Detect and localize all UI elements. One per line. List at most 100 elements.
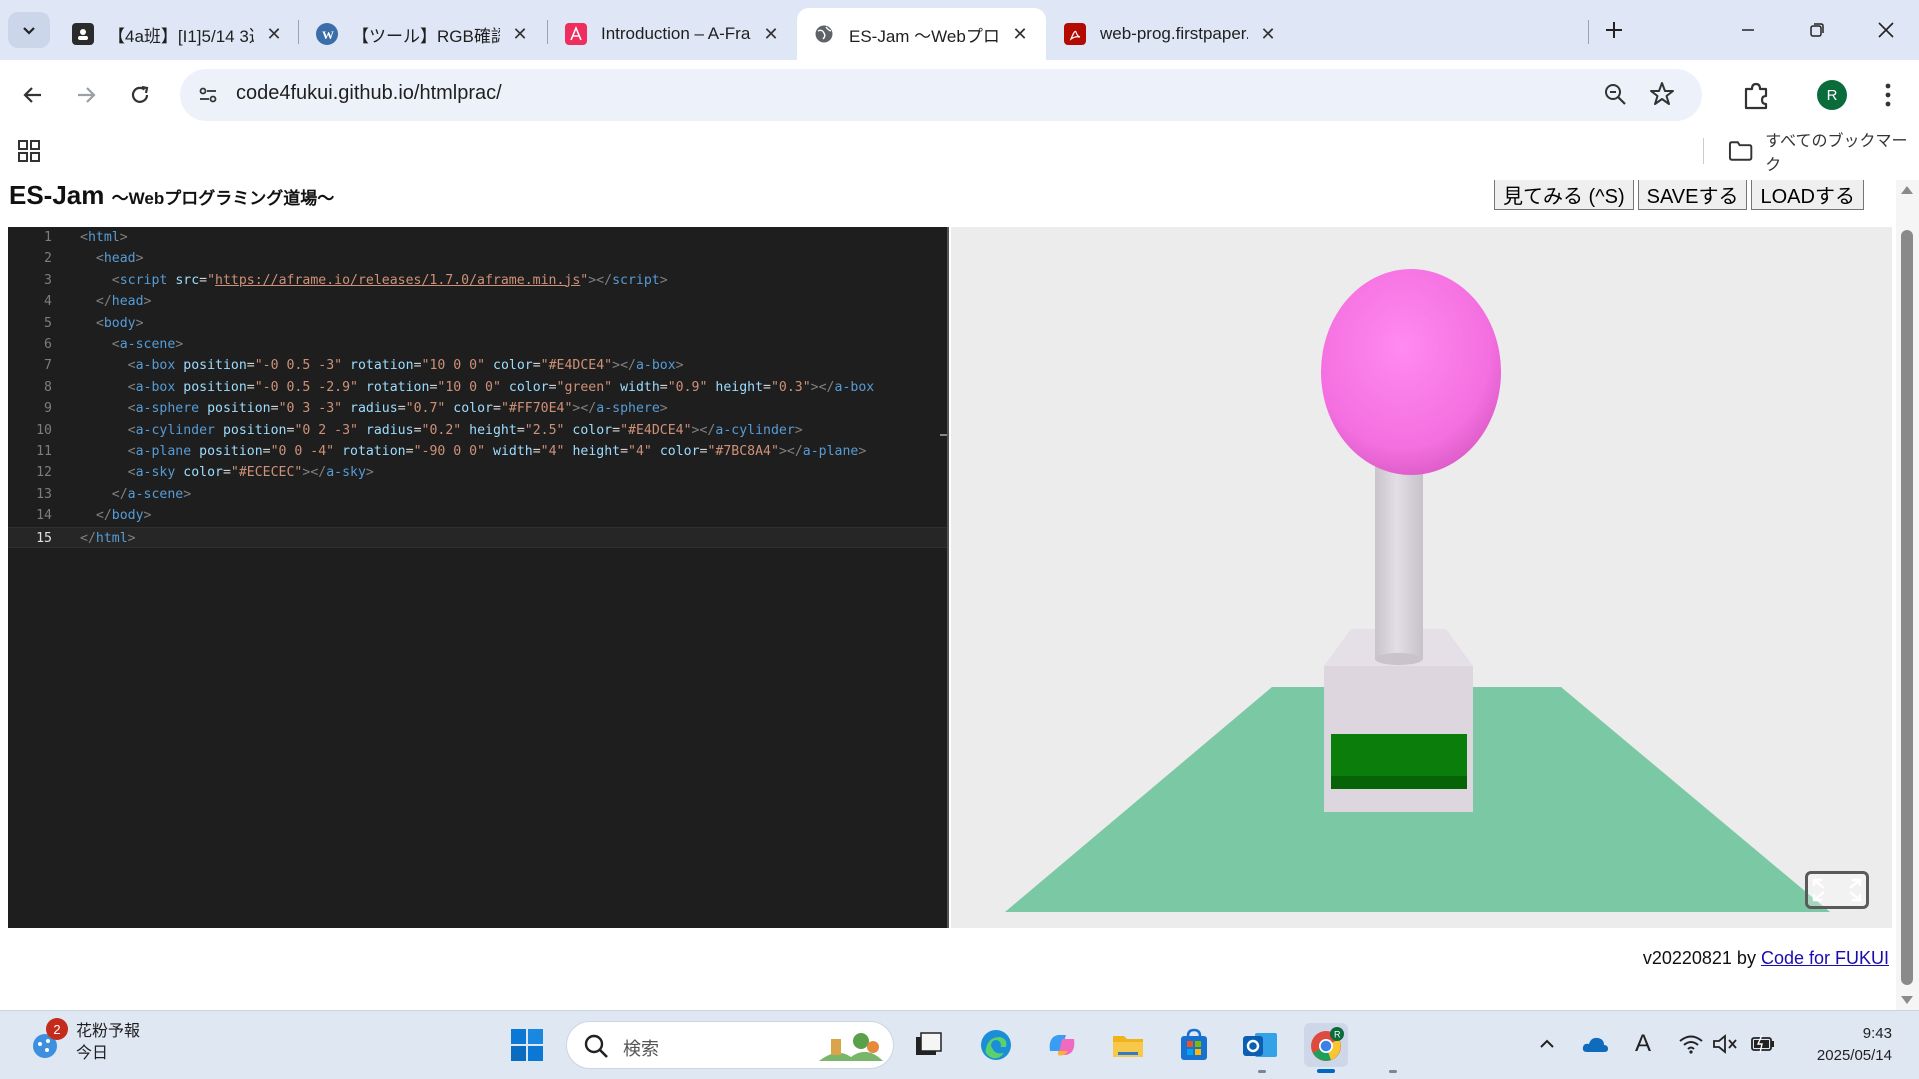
store-button[interactable]: [1172, 1023, 1216, 1067]
volume-button[interactable]: [1710, 1029, 1740, 1059]
code-text[interactable]: </html>: [80, 528, 136, 549]
wordpress-favicon-icon: W: [316, 23, 338, 45]
apps-grid-icon[interactable]: [16, 138, 46, 168]
code-text[interactable]: <a-box position="-0 0.5 -3" rotation="10…: [80, 355, 684, 376]
code-for-fukui-link[interactable]: Code for FUKUI: [1761, 948, 1889, 968]
zoom-icon[interactable]: [1602, 81, 1630, 109]
aframe-preview[interactable]: [951, 227, 1892, 928]
code-text[interactable]: </head>: [80, 291, 152, 312]
line-number: 12: [36, 465, 52, 481]
scrollbar-thumb[interactable]: [1901, 230, 1913, 985]
code-line[interactable]: 6 <a-scene>: [8, 334, 947, 355]
code-line[interactable]: 8 <a-box position="-0 0.5 -2.9" rotation…: [8, 377, 947, 398]
code-text[interactable]: <head>: [80, 248, 144, 269]
outlook-button[interactable]: [1238, 1023, 1282, 1067]
start-button[interactable]: [505, 1023, 549, 1067]
code-text[interactable]: </a-scene>: [80, 484, 191, 505]
load-button[interactable]: LOADする: [1751, 180, 1864, 210]
code-text[interactable]: <script src="https://aframe.io/releases/…: [80, 270, 668, 291]
search-placeholder: 検索: [623, 1039, 659, 1059]
vr-fullscreen-button[interactable]: [1805, 871, 1869, 909]
tab-3-active[interactable]: ES-Jam 〜Webプログラミン ✕: [797, 8, 1046, 60]
close-icon[interactable]: ✕: [262, 22, 286, 46]
close-icon[interactable]: ✕: [1008, 22, 1032, 46]
new-tab-button[interactable]: [1596, 12, 1632, 48]
code-editor[interactable]: 1 <html> 2 <head> 3 <script src="https://af…: [8, 227, 949, 928]
scroll-up-icon[interactable]: [1901, 186, 1913, 194]
minimize-button[interactable]: [1728, 12, 1768, 48]
code-line[interactable]: 3 <script src="https://aframe.io/release…: [8, 270, 947, 291]
profile-avatar[interactable]: R: [1817, 80, 1847, 110]
close-icon[interactable]: ✕: [759, 22, 783, 46]
code-line[interactable]: 11 <a-plane position="0 0 -4" rotation="…: [8, 441, 947, 462]
file-explorer-button[interactable]: [1106, 1023, 1150, 1067]
site-info-icon[interactable]: [194, 81, 222, 109]
close-icon: [1878, 22, 1894, 38]
tab-1[interactable]: W 【ツール】RGB確認ツール – N ✕: [300, 8, 546, 60]
code-line[interactable]: 9 <a-sphere position="0 3 -3" radius="0.…: [8, 398, 947, 419]
weather-widget[interactable]: 2 花粉予報 今日: [26, 1018, 140, 1065]
line-number: 2: [44, 251, 52, 267]
code-line[interactable]: 15 </html>: [8, 526, 947, 549]
restore-button[interactable]: [1797, 12, 1837, 48]
extensions-button[interactable]: [1738, 77, 1774, 113]
line-number: 5: [44, 315, 52, 331]
code-text[interactable]: </body>: [80, 505, 152, 526]
tab-search-button[interactable]: [8, 12, 50, 48]
system-clock[interactable]: 9:43 2025/05/14: [1796, 1023, 1892, 1067]
code-line[interactable]: 2 <head>: [8, 248, 947, 269]
tab-4[interactable]: web-prog.firstpaper.pdf ✕: [1048, 8, 1294, 60]
chrome-icon: R: [1311, 1027, 1344, 1061]
code-text[interactable]: <body>: [80, 313, 144, 334]
battery-charging-icon: [1751, 1034, 1774, 1054]
menu-button[interactable]: [1876, 77, 1900, 113]
wifi-button[interactable]: [1676, 1029, 1706, 1059]
code-text[interactable]: <html>: [80, 227, 128, 248]
battery-button[interactable]: [1748, 1029, 1778, 1059]
edge-button[interactable]: [974, 1023, 1018, 1067]
task-view-button[interactable]: [906, 1023, 950, 1067]
cloud-icon: [1582, 1037, 1608, 1052]
code-text[interactable]: <a-box position="-0 0.5 -2.9" rotation="…: [80, 377, 875, 398]
code-line[interactable]: 1 <html>: [8, 227, 947, 248]
show-hidden-icons-button[interactable]: [1532, 1029, 1562, 1059]
onedrive-button[interactable]: [1580, 1029, 1610, 1059]
code-line[interactable]: 4 </head>: [8, 291, 947, 312]
bookmark-star-icon[interactable]: [1648, 80, 1678, 110]
code-text[interactable]: <a-plane position="0 0 -4" rotation="-90…: [80, 441, 867, 462]
code-line[interactable]: 13 </a-scene>: [8, 484, 947, 505]
code-line[interactable]: 5 <body>: [8, 313, 947, 334]
scroll-down-icon[interactable]: [1901, 996, 1913, 1004]
code-text[interactable]: <a-scene>: [80, 334, 183, 355]
code-text[interactable]: <a-cylinder position="0 2 -3" radius="0.…: [80, 420, 803, 441]
line-number: 8: [44, 379, 52, 395]
code-line[interactable]: 12 <a-sky color="#ECECEC"></a-sky>: [8, 462, 947, 483]
all-bookmarks-button[interactable]: すべてのブックマーク: [1728, 133, 1919, 174]
close-icon[interactable]: ✕: [508, 22, 532, 46]
taskbar-search[interactable]: 検索: [566, 1021, 894, 1069]
reload-button[interactable]: [122, 77, 158, 113]
chrome-button[interactable]: R: [1304, 1023, 1348, 1067]
code-line[interactable]: 14 </body>: [8, 505, 947, 526]
tab-2[interactable]: Introduction – A-Frame ✕: [549, 8, 797, 60]
back-button[interactable]: [15, 77, 51, 113]
ime-indicator[interactable]: A: [1628, 1029, 1658, 1059]
save-button[interactable]: SAVEする: [1637, 180, 1748, 210]
code-line[interactable]: 10 <a-cylinder position="0 2 -3" radius=…: [8, 420, 947, 441]
copilot-button[interactable]: [1040, 1023, 1084, 1067]
code-line[interactable]: 7 <a-box position="-0 0.5 -3" rotation="…: [8, 355, 947, 376]
close-window-button[interactable]: [1866, 12, 1906, 48]
code-text[interactable]: <a-sky color="#ECECEC"></a-sky>: [80, 462, 374, 483]
windows-logo-icon: [511, 1029, 543, 1061]
scene-canvas[interactable]: [951, 227, 1892, 928]
close-icon[interactable]: ✕: [1256, 22, 1280, 46]
tab-0[interactable]: 【4a班】[I1]5/14 3週目：J ✕: [56, 8, 300, 60]
version-footer: v20220821 by Code for FUKUI: [1643, 948, 1889, 969]
search-highlight-art-icon: [819, 1033, 883, 1061]
code-text[interactable]: <a-sphere position="0 3 -3" radius="0.7"…: [80, 398, 668, 419]
address-bar[interactable]: code4fukui.github.io/htmlprac/: [180, 69, 1702, 121]
view-button[interactable]: 見てみる (^S): [1494, 180, 1634, 210]
forward-button[interactable]: [68, 77, 104, 113]
url-text[interactable]: code4fukui.github.io/htmlprac/: [236, 82, 502, 105]
page-scrollbar[interactable]: [1896, 180, 1919, 1010]
